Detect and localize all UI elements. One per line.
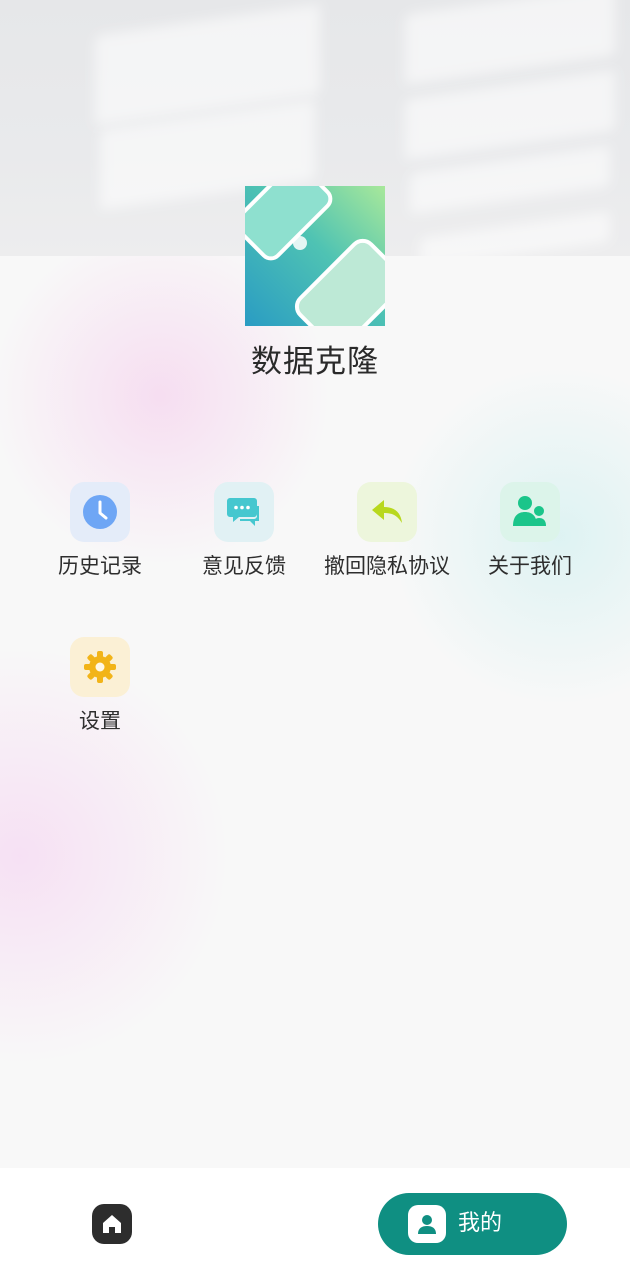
menu-item-label: 关于我们 — [488, 554, 572, 578]
home-icon — [103, 1215, 121, 1233]
gear-icon — [70, 637, 130, 697]
menu-item-label: 历史记录 — [58, 554, 142, 578]
menu-item-history[interactable]: 历史记录 — [30, 482, 170, 602]
people-icon — [500, 482, 560, 542]
menu-item-feedback[interactable]: 意见反馈 — [174, 482, 314, 602]
menu-item-about-us[interactable]: 关于我们 — [460, 482, 600, 602]
clock-icon — [70, 482, 130, 542]
menu-item-label: 设置 — [79, 709, 121, 733]
menu-item-label: 撤回隐私协议 — [324, 554, 450, 578]
person-icon — [408, 1205, 446, 1243]
mine-tab-button[interactable]: 我的 — [378, 1193, 567, 1255]
reply-arrow-icon — [357, 482, 417, 542]
menu-item-label: 意见反馈 — [202, 554, 286, 578]
chat-bubble-icon — [214, 482, 274, 542]
mine-tab-label: 我的 — [458, 1211, 503, 1236]
app-logo — [245, 186, 385, 326]
app-title: 数据克隆 — [251, 344, 379, 380]
menu-item-revoke-privacy[interactable]: 撤回隐私协议 — [317, 482, 457, 602]
menu-item-settings[interactable]: 设置 — [30, 637, 170, 757]
home-tab-button[interactable] — [92, 1204, 132, 1244]
